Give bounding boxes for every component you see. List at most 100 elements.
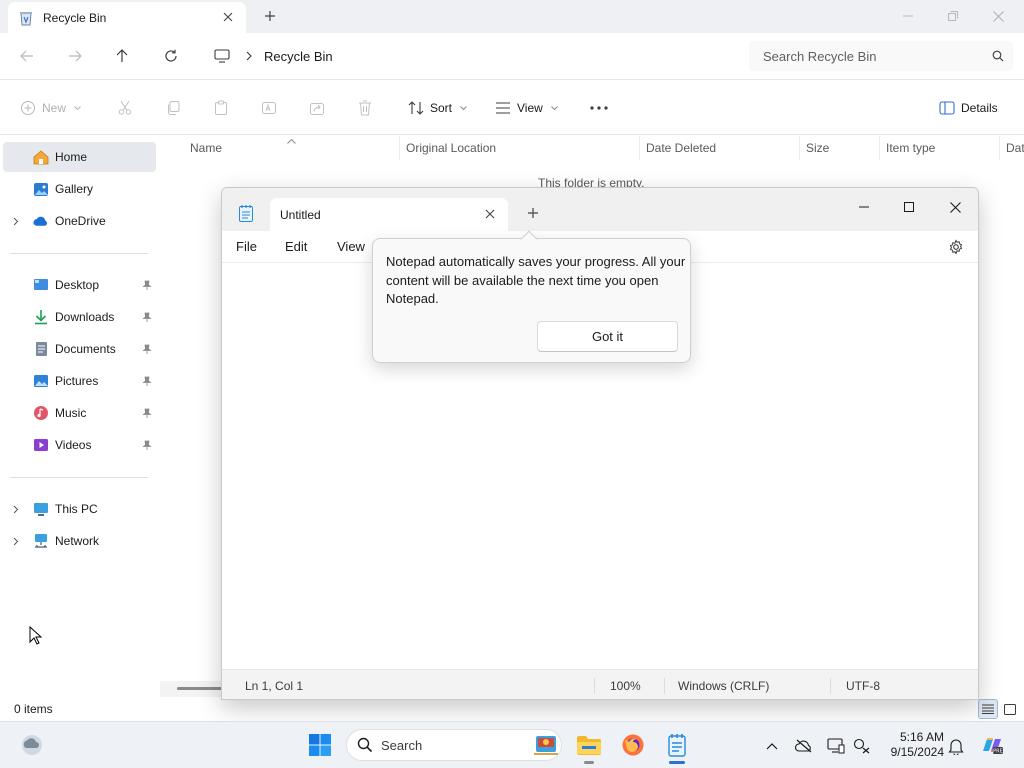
sidebar-item-label: Pictures [55, 374, 99, 388]
notepad-titlebar: Untitled [222, 188, 978, 231]
zoom-level: 100% [610, 679, 641, 693]
chevron-right-icon[interactable] [11, 216, 21, 226]
plus-circle-icon [20, 100, 36, 116]
details-view-icon[interactable] [978, 699, 998, 719]
gear-icon[interactable] [946, 237, 966, 257]
notepad-taskbar-icon[interactable] [663, 731, 691, 764]
pin-icon[interactable] [140, 310, 154, 324]
tab-recycle-bin[interactable]: Recycle Bin [8, 2, 246, 33]
gallery-icon [33, 181, 49, 197]
horizontal-scrollbar[interactable] [160, 681, 227, 697]
minimize-icon[interactable] [850, 193, 878, 221]
new-tab-icon[interactable] [262, 8, 278, 24]
column-header-name[interactable]: Name [184, 136, 400, 160]
column-header-original-location[interactable]: Original Location [400, 136, 640, 160]
sidebar-item-label: Music [55, 406, 87, 420]
menu-view[interactable]: View [337, 239, 365, 254]
share-icon[interactable] [309, 97, 325, 119]
taskbar: Search 5:16 AM 9/15/2024 PRE [0, 721, 1024, 768]
chevron-right-icon[interactable] [11, 536, 21, 546]
view-label: View [517, 101, 543, 115]
chevron-up-icon[interactable] [762, 736, 782, 756]
column-header-date[interactable]: Dat [1000, 136, 1024, 160]
breadcrumb-location[interactable]: Recycle Bin [264, 49, 333, 64]
back-arrow-icon[interactable] [16, 45, 38, 67]
tiles-view-icon[interactable] [1000, 699, 1020, 719]
network-status-icon[interactable] [852, 736, 872, 756]
maximize-icon[interactable] [895, 193, 923, 221]
chevron-down-icon [550, 105, 558, 111]
firefox-icon[interactable] [619, 731, 647, 759]
close-tab-icon[interactable] [482, 206, 498, 222]
sidebar-item-videos[interactable]: Videos [3, 430, 156, 460]
sidebar-item-gallery[interactable]: Gallery [3, 174, 156, 204]
menu-edit[interactable]: Edit [285, 239, 307, 254]
search-icon [983, 50, 1013, 62]
sidebar-item-label: Home [55, 150, 88, 164]
sidebar-item-label: Network [55, 534, 100, 548]
pin-icon[interactable] [140, 278, 154, 292]
details-label: Details [961, 101, 998, 115]
sidebar-item-pictures[interactable]: Pictures [3, 366, 156, 396]
pin-icon[interactable] [140, 342, 154, 356]
restore-icon[interactable] [943, 6, 963, 26]
sidebar-item-network[interactable]: Network [3, 526, 156, 556]
paste-icon[interactable] [213, 97, 229, 119]
pin-icon[interactable] [140, 438, 154, 452]
column-headers: Name Original Location Date Deleted Size… [160, 136, 1024, 160]
column-header-size[interactable]: Size [800, 136, 880, 160]
minimize-icon[interactable] [898, 6, 918, 26]
sidebar-item-downloads[interactable]: Downloads [3, 302, 156, 332]
close-tab-icon[interactable] [220, 9, 236, 25]
notification-bell-icon[interactable] [946, 736, 966, 756]
copy-icon[interactable] [165, 97, 181, 119]
column-header-item-type[interactable]: Item type [880, 136, 1000, 160]
up-arrow-icon[interactable] [111, 45, 133, 67]
details-pane-button[interactable]: Details [939, 97, 998, 119]
forward-arrow-icon[interactable] [64, 45, 86, 67]
pin-icon[interactable] [140, 374, 154, 388]
items-count: 0 items [14, 702, 53, 716]
display-icon[interactable] [826, 736, 846, 756]
new-tab-icon[interactable] [525, 205, 541, 221]
widgets-weather-icon[interactable] [18, 731, 46, 759]
delete-icon[interactable] [358, 97, 372, 119]
sidebar-item-desktop[interactable]: Desktop [3, 270, 156, 300]
nav-divider [10, 253, 148, 254]
refresh-icon[interactable] [160, 45, 182, 67]
scrollbar-thumb[interactable] [177, 687, 227, 690]
rename-icon[interactable] [261, 97, 277, 119]
sidebar-item-label: This PC [55, 502, 98, 516]
onedrive-cloud-icon [33, 213, 49, 229]
sidebar-item-music[interactable]: Music [3, 398, 156, 428]
tab-untitled[interactable]: Untitled [270, 198, 508, 231]
onedrive-offline-icon[interactable] [794, 736, 814, 756]
new-button[interactable]: New [20, 97, 81, 119]
taskbar-search-box[interactable]: Search [346, 729, 562, 761]
sidebar-item-label: Downloads [55, 310, 115, 324]
copilot-icon[interactable]: PRE [978, 731, 1006, 759]
close-window-icon[interactable] [941, 193, 969, 221]
sidebar-item-this-pc[interactable]: This PC [3, 494, 156, 524]
pin-icon[interactable] [140, 406, 154, 420]
got-it-button[interactable]: Got it [537, 321, 678, 352]
cut-icon[interactable] [117, 97, 133, 119]
file-explorer-icon[interactable] [575, 731, 603, 764]
search-input[interactable]: Search Recycle Bin [749, 41, 1013, 71]
sort-button[interactable]: Sort [408, 97, 467, 119]
recycle-bin-icon [18, 10, 34, 26]
system-clock[interactable]: 5:16 AM 9/15/2024 [880, 730, 944, 760]
close-window-icon[interactable] [988, 6, 1008, 26]
svg-text:PRE: PRE [993, 749, 1003, 755]
chevron-right-icon[interactable] [11, 504, 21, 514]
view-button[interactable]: View [495, 97, 558, 119]
sidebar-item-onedrive[interactable]: OneDrive [3, 206, 156, 236]
breadcrumb[interactable]: Recycle Bin [208, 41, 736, 71]
start-windows-icon[interactable] [306, 731, 334, 759]
sidebar-item-documents[interactable]: Documents [3, 334, 156, 364]
more-options-icon[interactable] [590, 97, 608, 119]
column-header-date-deleted[interactable]: Date Deleted [640, 136, 800, 160]
sidebar-item-label: Videos [55, 438, 92, 452]
menu-file[interactable]: File [236, 239, 257, 254]
sidebar-item-home[interactable]: Home [3, 142, 156, 172]
